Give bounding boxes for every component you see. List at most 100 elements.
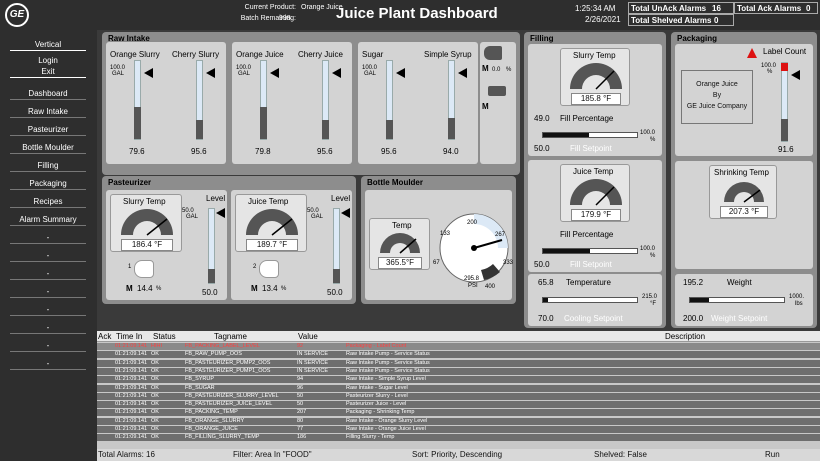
nav-item-13[interactable]: - — [10, 322, 86, 334]
pump-icon[interactable] — [259, 260, 279, 278]
nav-item-12[interactable]: - — [10, 304, 86, 316]
packaging-shrink-block: Shrinking Temp 207.3 °F — [675, 161, 813, 269]
alarm-cell-tag: FB_PACKING_LABEL_LEVEL — [185, 343, 260, 349]
header-bar: GE Current Product: Orange Juice Batch R… — [0, 0, 820, 30]
nav-item-7[interactable]: Alarm Summary — [10, 214, 86, 226]
filling-pct-bar — [542, 248, 638, 254]
alarm-cell-tag: FB_PASTEURIZER_PUMP1_OOS — [185, 367, 271, 374]
table-row[interactable]: 01:21:09.141 OK FB_FILLING_SLURRY_TEMP 186 F… — [97, 434, 820, 442]
table-row[interactable]: 01:21:09.141 OK FB_PASTEURIZER_PUMP1_OOS IN… — [97, 367, 820, 375]
raw-tank-unit: GAL — [364, 71, 377, 77]
nav-item-10[interactable]: - — [10, 268, 86, 280]
filling-setpt-label: Fill Setpoint — [570, 144, 612, 153]
nav-item-0[interactable]: Dashboard — [10, 88, 86, 100]
nav-item-15[interactable]: - — [10, 358, 86, 370]
alarm-cell-tag: FB_ORANGE_JUICE — [185, 426, 238, 432]
raw-pump2-mode[interactable]: M — [482, 102, 489, 111]
col-ack[interactable]: Ack — [98, 332, 111, 341]
exit-button[interactable]: Exit — [10, 66, 86, 78]
table-row[interactable]: 01:21:09.141 OK FB_SUGAR 96 Raw Intake - Sug… — [97, 384, 820, 392]
alarm-cell-tag: FB_SYRUP — [185, 376, 215, 383]
alarm-cell-desc: Packaging - Shrinking Temp — [346, 409, 415, 416]
alarm-cell-value: 80 — [297, 417, 304, 424]
alarm-cell-value: 77 — [297, 426, 304, 432]
nav-item-6[interactable]: Recipes — [10, 196, 86, 208]
col-value[interactable]: Value — [298, 332, 318, 341]
nav-item-1[interactable]: Raw Intake — [10, 106, 86, 118]
alarm-cell-status: OK — [151, 367, 159, 374]
col-tagname[interactable]: Tagname — [214, 332, 247, 341]
nav-item-4[interactable]: Filling — [10, 160, 86, 172]
alarm-cell-time: 01:21:09.141 — [115, 401, 148, 408]
alarm-cell-time: 01:21:09.141 — [115, 351, 148, 358]
raw-tank-value: 95.6 — [381, 147, 397, 156]
ack-alarms-box[interactable]: Total Ack Alarms 0 — [734, 2, 818, 14]
filling-max: 100.0 — [640, 130, 656, 136]
alarm-cell-desc: Raw Intake - Orange Slurry Level — [346, 417, 428, 424]
nav-item-9[interactable]: - — [10, 250, 86, 262]
alarm-cell-time: 01:21:09.141 — [115, 409, 148, 416]
table-row[interactable]: 01:21:09.141 OK FB_PASTEURIZER_JUICE_LEVEL… — [97, 401, 820, 409]
filling-temp-max: 215.0 — [642, 294, 658, 300]
table-row[interactable]: 01:21:09.141 OK FB_ORANGE_JUICE 77 Raw Intak… — [97, 426, 820, 433]
filling-temp-min: 65.8 — [538, 278, 554, 287]
nav-item-14[interactable]: - — [10, 340, 86, 352]
shelved-alarms-box[interactable]: Total Shelved Alarms 0 — [628, 14, 734, 26]
filling-setpt-value[interactable]: 50.0 — [534, 260, 550, 269]
pasteurizer-level-tube — [208, 208, 215, 284]
filling-setpt-value[interactable]: 50.0 — [534, 144, 550, 153]
vertical-button[interactable]: Vertical — [10, 39, 86, 51]
table-row[interactable]: 01:21:09.141 OK FB_PASTEURIZER_PUMP2_OOS IN… — [97, 359, 820, 367]
nav-item-5[interactable]: Packaging — [10, 178, 86, 190]
filling-block-0: Slurry Temp 185.8 °F 49.0 Fill Percentage 10… — [528, 44, 662, 156]
pasteurizer-temp-gauge: Juice Temp 189.7 °F — [235, 194, 307, 252]
col-time-in[interactable]: Time In — [116, 332, 142, 341]
alarm-table[interactable]: Ack Time In Status Tagname Value Descrip… — [97, 331, 820, 449]
raw-pump1-mode[interactable]: M — [482, 64, 489, 73]
status-run[interactable]: Run — [765, 450, 780, 459]
weight-label: Weight — [727, 278, 752, 287]
alarm-table-header: Ack Time In Status Tagname Value Descrip… — [97, 331, 820, 342]
login-button[interactable]: Login — [10, 55, 86, 66]
psi-value: 295.8 — [464, 276, 480, 282]
product-card-company: GE Juice Company — [686, 103, 748, 110]
filling-temp-gauge: Juice Temp 179.9 °F — [560, 164, 630, 222]
pump-icon[interactable] — [134, 260, 154, 278]
alarm-cell-value: 50 — [297, 392, 304, 399]
filling-temp-value: 185.8 °F — [571, 93, 621, 105]
weight-setpt-value[interactable]: 200.0 — [683, 314, 703, 323]
raw-pump-area: M 0.0 % M — [480, 42, 516, 164]
table-row[interactable]: 01:21:09.141 OK FB_ORANGE_SLURRY 80 Raw Inta… — [97, 417, 820, 425]
label-count-alarm-band — [781, 63, 788, 71]
nav-item-2[interactable]: Pasteurizer — [10, 124, 86, 136]
weight-min: 195.2 — [683, 278, 704, 287]
table-row[interactable]: 01:21:09.141 OK FB_RAW_PUMP_OOS IN SERVICE R… — [97, 351, 820, 359]
label-count-tube — [781, 62, 788, 142]
nav-item-11[interactable]: - — [10, 286, 86, 298]
table-row[interactable]: 01:21:09.141 OK FB_SYRUP 94 Raw Intake - Sim… — [97, 376, 820, 384]
tube-cap — [260, 107, 267, 139]
tube-cap — [208, 269, 215, 283]
alarm-cell-status: OK — [151, 401, 159, 408]
valve-icon[interactable] — [488, 86, 506, 96]
raw-tank-marker — [332, 68, 341, 78]
pasteurizer-level-marker — [216, 208, 225, 218]
col-status[interactable]: Status — [153, 332, 176, 341]
alarm-cell-desc: Packaging - Label Count — [346, 343, 407, 349]
table-row[interactable]: 01:21:09.141 OK FB_PASTEURIZER_SLURRY_LEVE… — [97, 392, 820, 400]
alarm-cell-value: IN SERVICE — [297, 367, 329, 374]
unack-alarms-box[interactable]: Total UnAck Alarms 16 — [628, 2, 734, 14]
col-description[interactable]: Description — [665, 332, 705, 341]
filling-cool-setpt-value[interactable]: 70.0 — [538, 314, 554, 323]
alarm-cell-status: OK — [151, 359, 159, 366]
filling-panel: Filling Slurry Temp 185.8 °F 49.0 Fill Perc… — [524, 32, 666, 328]
product-card: Orange Juice By GE Juice Company — [681, 70, 753, 124]
nav-item-3[interactable]: Bottle Moulder — [10, 142, 86, 154]
pump-icon[interactable] — [484, 46, 502, 60]
table-row[interactable]: 01:21:09.141 OK FB_PACKING_TEMP 207 Packagin… — [97, 409, 820, 417]
nav-item-8[interactable]: - — [10, 232, 86, 244]
filling-temp-gauge: Slurry Temp 185.8 °F — [560, 48, 630, 106]
pasteurizer-pump-mode[interactable]: M — [251, 284, 258, 293]
pasteurizer-pump-mode[interactable]: M — [126, 284, 133, 293]
table-row[interactable]: 01:21:09.141 HIHI FB_PACKING_LABEL_LEVEL 92… — [97, 343, 820, 350]
